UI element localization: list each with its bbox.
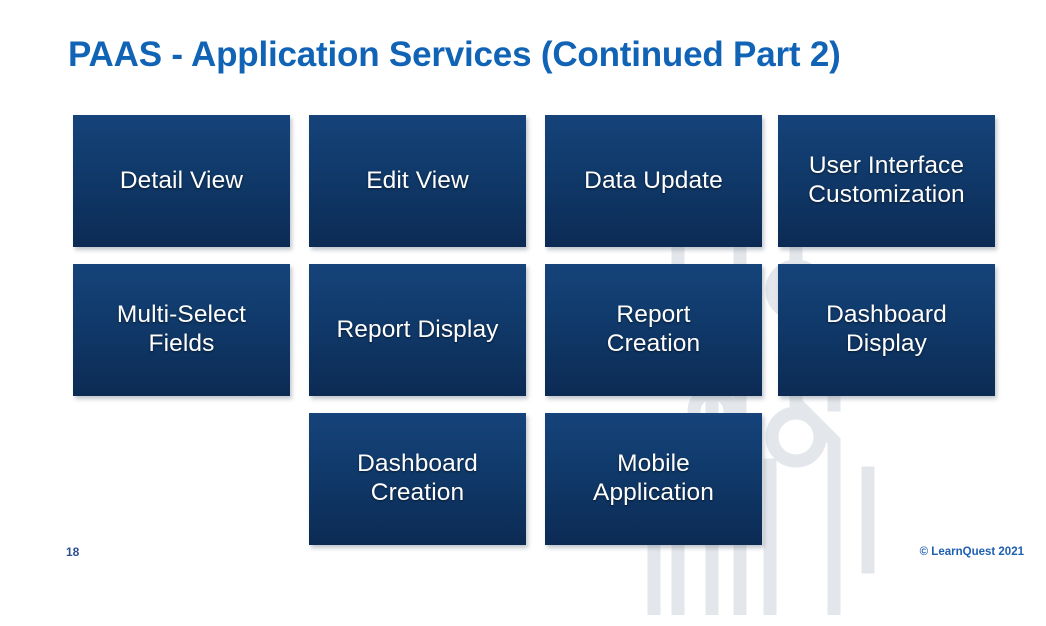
service-box-dashboard-creation[interactable]: Dashboard Creation — [309, 413, 526, 545]
service-box-data-update[interactable]: Data Update — [545, 115, 762, 247]
service-box-label: Report Creation — [606, 301, 701, 357]
service-box-report-creation[interactable]: Report Creation — [545, 264, 762, 396]
service-box-multi-select-fields[interactable]: Multi-Select Fields — [73, 264, 290, 396]
service-box-label: Mobile Application — [593, 450, 714, 506]
service-box-label: Edit View — [366, 166, 469, 194]
copyright-notice: © LearnQuest 2021 — [919, 546, 1024, 558]
service-box-label: Multi-Select Fields — [116, 301, 247, 357]
service-box-grid: Detail View Edit View Data Update User Inte… — [0, 0, 1046, 626]
service-box-label: User Interface Customization — [808, 152, 965, 208]
slide-canvas: PAAS - Application Services (Continued P… — [0, 0, 1046, 626]
service-box-label: Dashboard Display — [826, 301, 947, 357]
service-box-label: Report Display — [336, 315, 499, 343]
service-box-report-display[interactable]: Report Display — [309, 264, 526, 396]
service-box-mobile-application[interactable]: Mobile Application — [545, 413, 762, 545]
service-box-detail-view[interactable]: Detail View — [73, 115, 290, 247]
service-box-edit-view[interactable]: Edit View — [309, 115, 526, 247]
service-box-dashboard-display[interactable]: Dashboard Display — [778, 264, 995, 396]
service-box-label: Detail View — [119, 166, 244, 194]
service-box-label: Dashboard Creation — [357, 450, 478, 506]
service-box-user-interface-customization[interactable]: User Interface Customization — [778, 115, 995, 247]
page-number: 18 — [66, 545, 80, 559]
service-box-label: Data Update — [584, 166, 723, 194]
page-title: PAAS - Application Services (Continued P… — [68, 35, 841, 74]
